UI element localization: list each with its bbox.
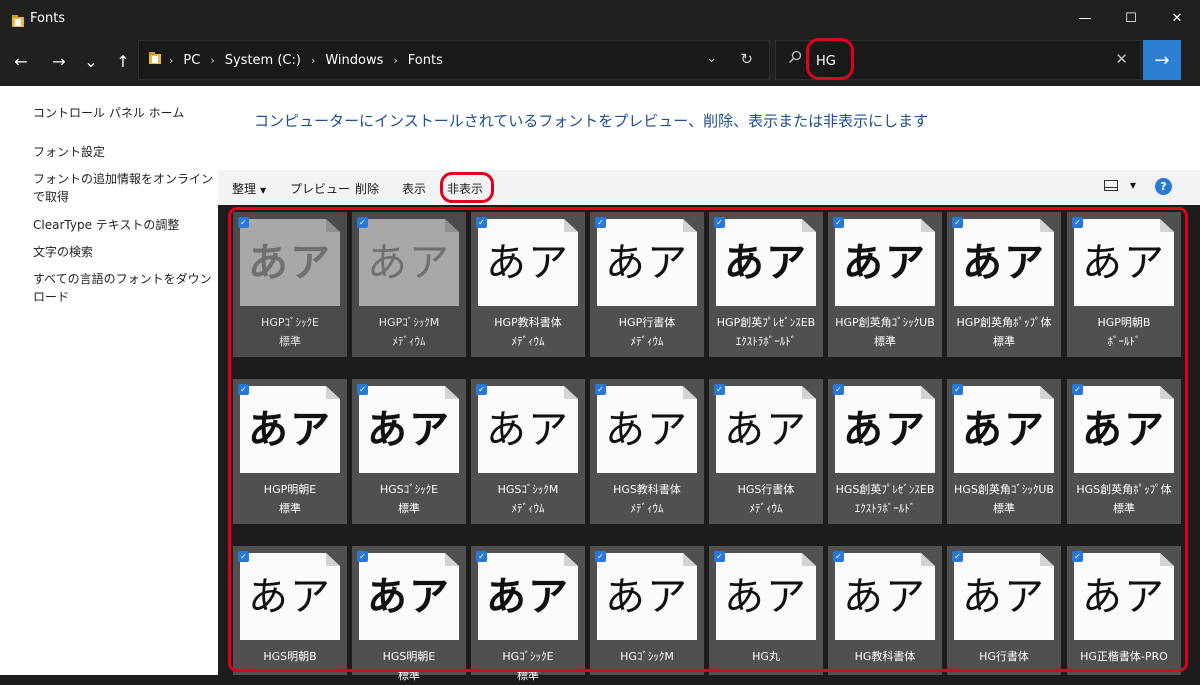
delete-button[interactable]: 削除 (355, 180, 379, 197)
cleartype-link[interactable]: ClearType テキストの調整 (33, 216, 213, 234)
checkbox-checked-icon[interactable]: ✓ (714, 551, 725, 562)
checkbox-checked-icon[interactable]: ✓ (952, 384, 963, 395)
main-header: コンピューターにインストールされているフォントをプレビュー、削除、表示または非表… (218, 86, 1200, 170)
close-button[interactable]: ✕ (1154, 0, 1200, 36)
title-bar: Fonts — ☐ ✕ (0, 0, 1200, 36)
checkbox-checked-icon[interactable]: ✓ (476, 217, 487, 228)
checkbox-checked-icon[interactable]: ✓ (833, 384, 844, 395)
checkbox-checked-icon[interactable]: ✓ (476, 551, 487, 562)
chevron-right-icon: › (169, 53, 174, 67)
preview-button[interactable]: プレビュー (290, 180, 350, 197)
checkbox-checked-icon[interactable]: ✓ (238, 551, 249, 562)
checkbox-checked-icon[interactable]: ✓ (238, 217, 249, 228)
chevron-right-icon: › (210, 53, 215, 67)
breadcrumb-windows[interactable]: Windows (325, 53, 383, 68)
search-highlight-annotation (806, 38, 854, 80)
checkbox-checked-icon[interactable]: ✓ (357, 551, 368, 562)
left-task-panel: コントロール パネル ホーム フォント設定 フォントの追加情報をオンラインで取得… (0, 86, 218, 675)
checkbox-checked-icon[interactable]: ✓ (238, 384, 249, 395)
folder-icon (12, 12, 24, 27)
caret-down-icon: ▼ (260, 186, 267, 195)
clear-search-icon[interactable]: ✕ (1115, 50, 1128, 68)
minimize-button[interactable]: — (1062, 0, 1108, 36)
checkbox-checked-icon[interactable]: ✓ (1072, 551, 1083, 562)
chevron-down-icon[interactable]: ⌄ (706, 51, 717, 66)
checkbox-checked-icon[interactable]: ✓ (833, 217, 844, 228)
character-search-link[interactable]: 文字の検索 (33, 243, 213, 261)
breadcrumb-system-c[interactable]: System (C:) (225, 53, 301, 68)
back-button[interactable]: ← (6, 46, 36, 76)
checkbox-checked-icon[interactable]: ✓ (595, 551, 606, 562)
forward-button[interactable]: → (44, 46, 74, 76)
checkbox-checked-icon[interactable]: ✓ (1072, 384, 1083, 395)
window-title: Fonts (30, 10, 66, 26)
checkbox-checked-icon[interactable]: ✓ (952, 551, 963, 562)
show-button[interactable]: 表示 (402, 180, 426, 197)
checkbox-checked-icon[interactable]: ✓ (357, 217, 368, 228)
search-input[interactable] (814, 49, 1098, 73)
breadcrumb-pc[interactable]: PC (183, 53, 200, 68)
command-toolbar: 整理 ▼ プレビュー 削除 表示 非表示 ▼ ? (218, 170, 1200, 205)
breadcrumb-fonts[interactable]: Fonts (408, 53, 443, 68)
window-controls: — ☐ ✕ (1062, 0, 1200, 36)
view-options-icon[interactable] (1104, 180, 1118, 191)
font-settings-link[interactable]: フォント設定 (33, 143, 213, 161)
help-icon[interactable]: ? (1155, 178, 1172, 195)
checkbox-checked-icon[interactable]: ✓ (595, 217, 606, 228)
checkbox-checked-icon[interactable]: ✓ (595, 384, 606, 395)
checkbox-checked-icon[interactable]: ✓ (714, 217, 725, 228)
organize-button[interactable]: 整理 ▼ (232, 180, 266, 197)
recent-locations-button[interactable]: ⌄ (76, 46, 106, 76)
maximize-button[interactable]: ☐ (1108, 0, 1154, 36)
download-all-fonts-link[interactable]: すべての言語のフォントをダウンロード (33, 270, 213, 306)
page-title: コンピューターにインストールされているフォントをプレビュー、削除、表示または非表… (254, 112, 929, 130)
caret-down-icon[interactable]: ▼ (1130, 181, 1136, 190)
checkbox-checked-icon[interactable]: ✓ (1072, 217, 1083, 228)
font-grid-highlight-annotation (228, 207, 1188, 672)
refresh-icon[interactable]: ↻ (740, 50, 753, 68)
checkbox-checked-icon[interactable]: ✓ (714, 384, 725, 395)
chevron-right-icon: › (393, 53, 398, 67)
checkbox-checked-icon[interactable]: ✓ (952, 217, 963, 228)
search-icon (788, 50, 802, 68)
checkbox-checked-icon[interactable]: ✓ (833, 551, 844, 562)
chevron-right-icon: › (310, 53, 316, 67)
search-go-button[interactable]: → (1143, 40, 1181, 80)
get-font-info-online-link[interactable]: フォントの追加情報をオンラインで取得 (33, 170, 213, 206)
control-panel-home-link[interactable]: コントロール パネル ホーム (33, 104, 213, 122)
checkbox-checked-icon[interactable]: ✓ (476, 384, 487, 395)
folder-icon (149, 52, 161, 68)
organize-label: 整理 (232, 182, 257, 196)
navigation-bar: ← → ⌄ ↑ › PC › System (C:) › Windows › F… (0, 36, 1200, 86)
checkbox-checked-icon[interactable]: ✓ (357, 384, 368, 395)
address-bar[interactable]: › PC › System (C:) › Windows › Fonts ⌄ ↻ (138, 40, 770, 80)
up-button[interactable]: ↑ (108, 46, 138, 76)
hide-button-highlight-annotation (440, 172, 494, 203)
